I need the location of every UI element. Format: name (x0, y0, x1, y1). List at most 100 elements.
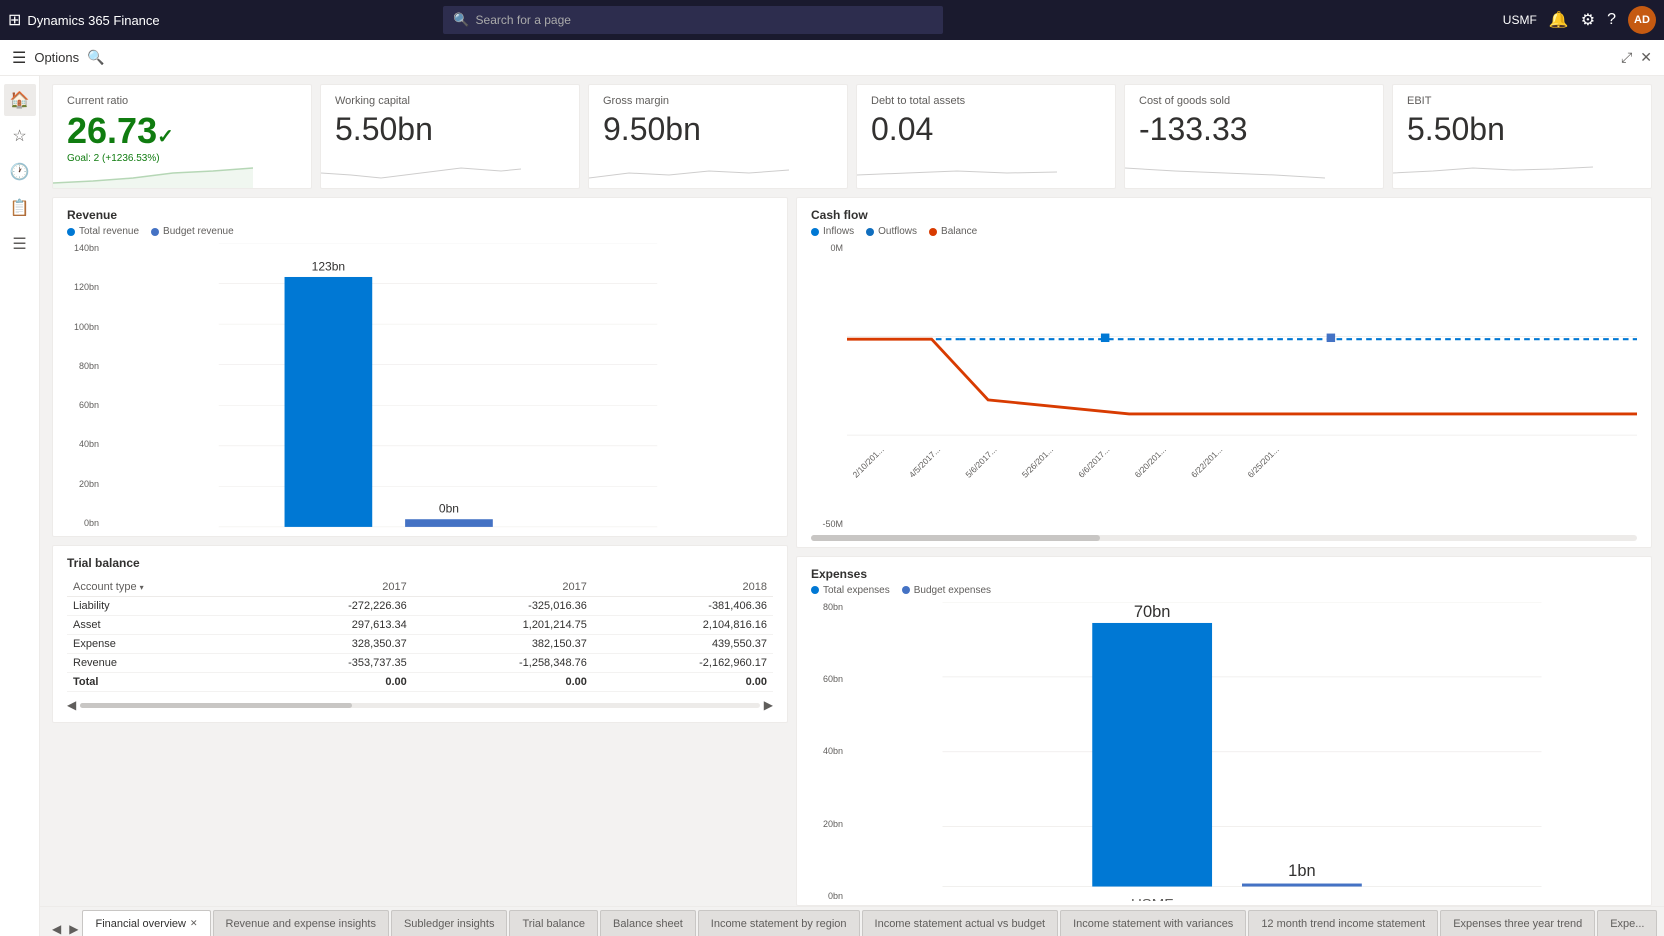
kpi-gross-margin-value: 9.50bn (603, 113, 833, 145)
tab-subledger[interactable]: Subledger insights (391, 910, 508, 936)
svg-text:6/6/2017...: 6/6/2017... (1076, 444, 1111, 479)
table-row: Expense 328,350.37 382,150.37 439,550.37 (67, 635, 773, 654)
hamburger-icon[interactable]: ☰ (12, 48, 26, 68)
col-account-type[interactable]: Account type ▾ (67, 578, 253, 597)
tab-next-icon[interactable]: ▶ (65, 922, 82, 936)
settings-icon[interactable]: ⚙ (1581, 10, 1595, 30)
cell-asset-col2: 1,201,214.75 (413, 616, 593, 635)
kpi-ebit-value: 5.50bn (1407, 113, 1637, 145)
cashflow-chart-title: Cash flow (797, 198, 1651, 226)
app-logo[interactable]: ⊞ Dynamics 365 Finance (8, 10, 160, 30)
cell-expense-type: Expense (67, 635, 253, 654)
cell-asset-col1: 297,613.34 (253, 616, 412, 635)
col-2018[interactable]: 2018 (593, 578, 773, 597)
sidebar-item-favorites[interactable]: ☆ (4, 120, 36, 152)
tab-close-icon[interactable]: ✕ (190, 918, 198, 929)
kpi-gross-margin-title: Gross margin (603, 95, 833, 107)
cell-expense-col1: 328,350.37 (253, 635, 412, 654)
tab-income-variances[interactable]: Income statement with variances (1060, 910, 1246, 936)
cell-total-col2: 0.00 (413, 673, 593, 692)
kpi-debt-to-assets-value: 0.04 (871, 113, 1101, 145)
tab-financial-overview[interactable]: Financial overview ✕ (82, 910, 210, 936)
grid-icon[interactable]: ⊞ (8, 10, 21, 30)
expand-icon[interactable]: ⤢ (1621, 49, 1632, 66)
tab-prev-icon[interactable]: ◀ (48, 922, 65, 936)
tab-expenses-more[interactable]: Expe... (1597, 910, 1657, 936)
sidebar-item-modules[interactable]: ☰ (4, 228, 36, 260)
sidebar-item-home[interactable]: 🏠 (4, 84, 36, 116)
cell-liability-col2: -325,016.36 (413, 597, 593, 616)
svg-text:2/10/201...: 2/10/201... (850, 444, 885, 479)
kpi-working-capital-value: 5.50bn (335, 113, 565, 145)
tab-12month-trend[interactable]: 12 month trend income statement (1248, 910, 1438, 936)
revenue-legend: Total revenue Budget revenue (53, 226, 787, 243)
cashflow-scrollbar[interactable] (811, 535, 1637, 541)
page-title: Options (34, 50, 79, 65)
secondbar: ☰ Options 🔍 ⤢ ✕ (0, 40, 1664, 76)
legend-inflows: Inflows (811, 226, 854, 237)
col-2017a[interactable]: 2017 (253, 578, 412, 597)
table-row-total: Total 0.00 0.00 0.00 (67, 673, 773, 692)
kpi-ebit-title: EBIT (1407, 95, 1637, 107)
legend-budget-revenue: Budget revenue (151, 226, 234, 237)
kpi-cogs-value: -133.33 (1139, 113, 1369, 145)
legend-total-expenses: Total expenses (811, 585, 890, 596)
cell-revenue-col2: -1,258,348.76 (413, 654, 593, 673)
kpi-gross-margin: Gross margin 9.50bn (588, 84, 848, 189)
expenses-legend: Total expenses Budget expenses (797, 585, 1651, 602)
svg-text:70bn: 70bn (1134, 602, 1171, 620)
table-row: Asset 297,613.34 1,201,214.75 2,104,816.… (67, 616, 773, 635)
table-row: Revenue -353,737.35 -1,258,348.76 -2,162… (67, 654, 773, 673)
sidebar-item-workspaces[interactable]: 📋 (4, 192, 36, 224)
tab-income-actual-budget[interactable]: Income statement actual vs budget (862, 910, 1059, 936)
tab-balance-sheet[interactable]: Balance sheet (600, 910, 696, 936)
revenue-chart-area: 123bn 0bn USMF USMF (103, 243, 773, 528)
tab-expenses-3year[interactable]: Expenses three year trend (1440, 910, 1595, 936)
cell-liability-type: Liability (67, 597, 253, 616)
scroll-right-icon[interactable]: ▶ (764, 698, 773, 712)
cell-asset-col3: 2,104,816.16 (593, 616, 773, 635)
kpi-ebit: EBIT 5.50bn (1392, 84, 1652, 189)
expenses-y-axis: 80bn 60bn 40bn 20bn 0bn (811, 602, 847, 902)
topbar: ⊞ Dynamics 365 Finance 🔍 USMF 🔔 ⚙ ? AD (0, 0, 1664, 40)
svg-text:6/25/201...: 6/25/201... (1245, 444, 1280, 479)
cell-total-type: Total (67, 673, 253, 692)
tab-revenue-expense[interactable]: Revenue and expense insights (213, 910, 389, 936)
topbar-right: USMF 🔔 ⚙ ? AD (1503, 6, 1656, 34)
cell-expense-col2: 382,150.37 (413, 635, 593, 654)
sidebar-item-recent[interactable]: 🕐 (4, 156, 36, 188)
user-name: USMF (1503, 13, 1537, 27)
cashflow-chart-area: 0M -50M (797, 243, 1651, 533)
kpi-debt-to-assets: Debt to total assets 0.04 (856, 84, 1116, 189)
scroll-left-icon[interactable]: ◀ (67, 698, 76, 712)
kpi-current-ratio-title: Current ratio (67, 95, 297, 107)
cell-expense-col3: 439,550.37 (593, 635, 773, 654)
cell-liability-col3: -381,406.36 (593, 597, 773, 616)
svg-text:1bn: 1bn (1288, 862, 1315, 880)
notification-icon[interactable]: 🔔 (1549, 10, 1569, 30)
svg-text:123bn: 123bn (312, 259, 346, 273)
kpi-working-capital-title: Working capital (335, 95, 565, 107)
legend-total-revenue: Total revenue (67, 226, 139, 237)
cell-asset-type: Asset (67, 616, 253, 635)
cell-total-col1: 0.00 (253, 673, 412, 692)
page-search-icon[interactable]: 🔍 (87, 49, 104, 66)
svg-text:5/26/201...: 5/26/201... (1020, 444, 1055, 479)
help-icon[interactable]: ? (1607, 11, 1616, 29)
main-layout: 🏠 ☆ 🕐 📋 ☰ Current ratio 26.73✓ Goal: 2 (… (0, 76, 1664, 936)
search-input[interactable] (476, 13, 934, 27)
tab-trial-balance[interactable]: Trial balance (509, 910, 598, 936)
cashflow-chart-panel: Cash flow Inflows Outflows Balance (796, 197, 1652, 548)
cell-total-col3: 0.00 (593, 673, 773, 692)
close-icon[interactable]: ✕ (1640, 49, 1652, 66)
tab-income-region[interactable]: Income statement by region (698, 910, 860, 936)
kpi-debt-to-assets-title: Debt to total assets (871, 95, 1101, 107)
search-bar[interactable]: 🔍 (443, 6, 943, 34)
svg-text:6/20/201...: 6/20/201... (1133, 444, 1168, 479)
trial-balance-panel: Trial balance Account type ▾ 2017 2017 2… (52, 545, 788, 723)
kpi-cogs-title: Cost of goods sold (1139, 95, 1369, 107)
avatar[interactable]: AD (1628, 6, 1656, 34)
col-2017b[interactable]: 2017 (413, 578, 593, 597)
legend-outflows: Outflows (866, 226, 917, 237)
legend-budget-expenses: Budget expenses (902, 585, 991, 596)
